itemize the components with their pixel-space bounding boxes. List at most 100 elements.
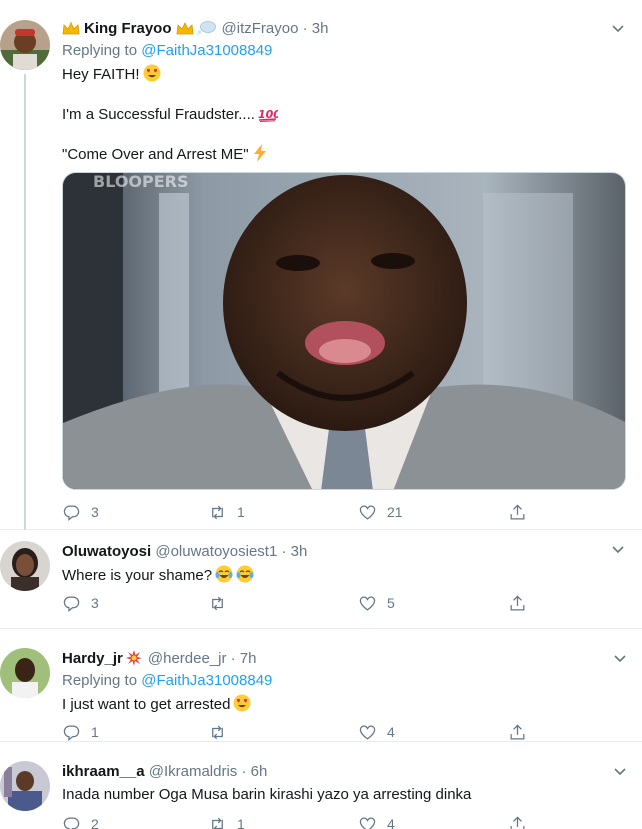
avatar[interactable]	[0, 648, 50, 698]
image-watermark: BLOOPERS	[93, 173, 189, 191]
retweet-button[interactable]	[208, 722, 237, 742]
retweet-button[interactable]: 1	[208, 502, 245, 522]
reply-button[interactable]: 1	[62, 722, 99, 742]
tweet-header: Hardy_jr @herdee_jr · 7h	[62, 650, 257, 671]
tears-of-joy-emoji-icon	[236, 565, 254, 588]
retweet-icon	[212, 505, 223, 519]
tears-of-joy-emoji-icon	[215, 565, 233, 588]
like-count: 5	[387, 595, 395, 611]
share-button[interactable]	[508, 502, 527, 522]
chevron-down-icon[interactable]	[610, 541, 626, 557]
hundred-emoji-icon: 100	[258, 106, 281, 127]
reply-icon	[63, 725, 80, 741]
replying-prefix: Replying to	[62, 672, 138, 689]
chevron-down-icon[interactable]	[612, 763, 628, 779]
tweet-image[interactable]: BLOOPERS	[62, 172, 626, 490]
tweet-actions: 1 4	[62, 722, 532, 742]
like-count: 21	[387, 504, 403, 520]
thread-line	[24, 74, 26, 530]
heart-eyes-emoji-icon	[143, 64, 161, 87]
author-handle[interactable]: @itzFrayoo · 3h	[222, 20, 329, 37]
tweet[interactable]: King Frayoo @itzFrayoo · 3h Replying to …	[0, 8, 642, 530]
text-span: Inada number Oga Musa barin kirashi yazo…	[62, 786, 472, 803]
share-icon	[510, 723, 525, 739]
tweet-actions: 3 5	[62, 593, 532, 613]
chevron-down-icon[interactable]	[612, 650, 628, 666]
tweet-text-line: Hey FAITH!	[62, 64, 161, 87]
tweet-header: ikhraam__a @Ikramaldris · 6h	[62, 763, 267, 781]
reply-button[interactable]: 3	[62, 593, 99, 613]
reply-button[interactable]: 2	[62, 814, 99, 829]
avatar[interactable]	[0, 20, 50, 70]
reply-count: 2	[91, 816, 99, 829]
retweet-icon	[212, 817, 223, 829]
tweet[interactable]: ikhraam__a @Ikramaldris · 6h Inada numbe…	[0, 743, 642, 829]
share-icon	[510, 503, 525, 519]
retweet-icon	[212, 725, 223, 739]
author-name[interactable]: ikhraam__a	[62, 763, 145, 780]
heart-icon	[359, 725, 376, 740]
reply-count: 3	[91, 504, 99, 520]
tweet[interactable]: Oluwatoyosi @oluwatoyosiest1 · 3h Where …	[0, 531, 642, 629]
heart-icon	[359, 596, 376, 611]
reply-count: 3	[91, 595, 99, 611]
text-span: I'm a Successful Fraudster....	[62, 106, 255, 123]
tweet-text-line: Where is your shame?	[62, 565, 254, 588]
share-button[interactable]	[508, 814, 527, 829]
author-handle[interactable]: @herdee_jr · 7h	[148, 650, 257, 667]
like-button[interactable]: 21	[358, 502, 403, 522]
tweet-header: King Frayoo @itzFrayoo · 3h	[62, 20, 328, 41]
author-name[interactable]: Hardy_jr	[62, 650, 123, 667]
like-button[interactable]: 5	[358, 593, 395, 613]
like-button[interactable]: 4	[358, 814, 395, 829]
retweet-count: 1	[237, 816, 245, 829]
avatar[interactable]	[0, 761, 50, 811]
mention-link[interactable]: @FaithJa31008849	[141, 42, 272, 59]
retweet-button[interactable]	[208, 593, 237, 613]
like-count: 4	[387, 816, 395, 829]
retweet-button[interactable]: 1	[208, 814, 245, 829]
text-span: Hey FAITH!	[62, 66, 140, 83]
replying-to: Replying to @FaithJa31008849	[62, 672, 272, 690]
tweet-text-line: Inada number Oga Musa barin kirashi yazo…	[62, 786, 471, 804]
avatar[interactable]	[0, 541, 50, 591]
reply-button[interactable]: 3	[62, 502, 99, 522]
tweet[interactable]: Hardy_jr @herdee_jr · 7h Replying to @Fa…	[0, 630, 642, 742]
author-handle[interactable]: @oluwatoyosiest1 · 3h	[155, 543, 307, 560]
share-icon	[510, 815, 525, 829]
heart-icon	[359, 505, 376, 520]
tweet-text-line: I just want to get arrested	[62, 694, 251, 717]
author-name[interactable]: King Frayoo	[84, 20, 172, 37]
share-icon	[510, 594, 525, 610]
text-span: I just want to get arrested	[62, 696, 231, 713]
reply-icon	[63, 596, 80, 612]
author-name[interactable]: Oluwatoyosi	[62, 543, 151, 560]
like-button[interactable]: 4	[358, 722, 395, 742]
retweet-count: 1	[237, 504, 245, 520]
like-count: 4	[387, 724, 395, 740]
chevron-down-icon[interactable]	[610, 20, 626, 36]
tweet-actions: 3 1 21	[62, 502, 532, 522]
mention-link[interactable]: @FaithJa31008849	[141, 672, 272, 689]
tweet-text-line: "Come Over and Arrest ME"	[62, 144, 268, 167]
lightning-emoji-icon	[252, 144, 268, 167]
replying-to: Replying to @FaithJa31008849	[62, 42, 272, 60]
crown-icon	[176, 22, 194, 41]
tweet-actions: 2 1 4	[62, 814, 532, 829]
heart-icon	[359, 817, 376, 829]
replying-prefix: Replying to	[62, 42, 138, 59]
share-button[interactable]	[508, 722, 527, 742]
collision-emoji-icon	[125, 650, 142, 671]
heart-eyes-emoji-icon	[233, 694, 251, 717]
speech-bubble-icon	[196, 20, 216, 41]
reply-icon	[63, 817, 80, 829]
share-button[interactable]	[508, 593, 527, 613]
author-handle[interactable]: @Ikramaldris · 6h	[149, 763, 268, 780]
crown-icon	[62, 22, 80, 41]
reply-icon	[63, 505, 80, 521]
tweet-header: Oluwatoyosi @oluwatoyosiest1 · 3h	[62, 543, 307, 561]
retweet-icon	[212, 596, 223, 610]
text-span: Where is your shame?	[62, 567, 213, 584]
text-span: "Come Over and Arrest ME"	[62, 146, 249, 163]
reply-count: 1	[91, 724, 99, 740]
